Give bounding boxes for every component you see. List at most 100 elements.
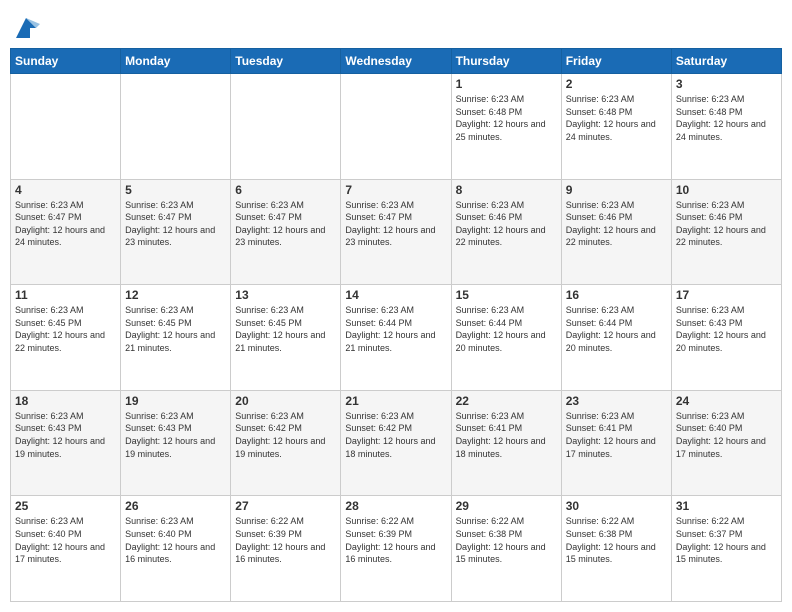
day-info: Sunrise: 6:23 AM Sunset: 6:45 PM Dayligh… [235, 304, 336, 354]
day-info: Sunrise: 6:23 AM Sunset: 6:48 PM Dayligh… [456, 93, 557, 143]
calendar-day-cell: 18 Sunrise: 6:23 AM Sunset: 6:43 PM Dayli… [11, 390, 121, 496]
calendar-day-cell: 2Sunrise: 6:23 AM Sunset: 6:48 PM Daylig… [561, 74, 671, 180]
calendar-day-cell: 31 Sunrise: 6:22 AM Sunset: 6:37 PM Dayli… [671, 496, 781, 602]
calendar-day-cell: 16 Sunrise: 6:23 AM Sunset: 6:44 PM Dayli… [561, 285, 671, 391]
day-number: 21 [345, 394, 446, 408]
day-info: Sunrise: 6:23 AM Sunset: 6:42 PM Dayligh… [345, 410, 446, 460]
day-of-week-header: Thursday [451, 49, 561, 74]
day-number: 9 [566, 183, 667, 197]
day-of-week-header: Wednesday [341, 49, 451, 74]
day-info: Sunrise: 6:23 AM Sunset: 6:40 PM Dayligh… [15, 515, 116, 565]
day-info: Sunrise: 6:23 AM Sunset: 6:43 PM Dayligh… [15, 410, 116, 460]
calendar-day-cell: 21 Sunrise: 6:23 AM Sunset: 6:42 PM Dayli… [341, 390, 451, 496]
day-number: 12 [125, 288, 226, 302]
day-of-week-header: Sunday [11, 49, 121, 74]
day-info: Sunrise: 6:23 AM Sunset: 6:43 PM Dayligh… [676, 304, 777, 354]
calendar-day-cell [341, 74, 451, 180]
day-number: 25 [15, 499, 116, 513]
calendar-day-cell: 23 Sunrise: 6:23 AM Sunset: 6:41 PM Dayli… [561, 390, 671, 496]
day-number: 27 [235, 499, 336, 513]
day-number: 19 [125, 394, 226, 408]
logo [10, 14, 40, 42]
day-info: Sunrise: 6:23 AM Sunset: 6:46 PM Dayligh… [676, 199, 777, 249]
calendar-week-row: 25 Sunrise: 6:23 AM Sunset: 6:40 PM Dayli… [11, 496, 782, 602]
day-number: 7 [345, 183, 446, 197]
calendar-day-cell: 6Sunrise: 6:23 AM Sunset: 6:47 PM Daylig… [231, 179, 341, 285]
day-info: Sunrise: 6:23 AM Sunset: 6:48 PM Dayligh… [676, 93, 777, 143]
calendar-day-cell: 27Sunrise: 6:22 AM Sunset: 6:39 PM Dayli… [231, 496, 341, 602]
day-number: 16 [566, 288, 667, 302]
calendar-day-cell: 20Sunrise: 6:23 AM Sunset: 6:42 PM Dayli… [231, 390, 341, 496]
calendar-day-cell: 1Sunrise: 6:23 AM Sunset: 6:48 PM Daylig… [451, 74, 561, 180]
day-number: 6 [235, 183, 336, 197]
day-info: Sunrise: 6:23 AM Sunset: 6:40 PM Dayligh… [676, 410, 777, 460]
day-number: 29 [456, 499, 557, 513]
day-info: Sunrise: 6:23 AM Sunset: 6:41 PM Dayligh… [566, 410, 667, 460]
day-info: Sunrise: 6:23 AM Sunset: 6:44 PM Dayligh… [456, 304, 557, 354]
calendar-day-cell: 29 Sunrise: 6:22 AM Sunset: 6:38 PM Dayli… [451, 496, 561, 602]
calendar-day-cell: 9 Sunrise: 6:23 AM Sunset: 6:46 PM Daylig… [561, 179, 671, 285]
day-info: Sunrise: 6:23 AM Sunset: 6:42 PM Dayligh… [235, 410, 336, 460]
calendar-day-cell: 3 Sunrise: 6:23 AM Sunset: 6:48 PM Daylig… [671, 74, 781, 180]
calendar-day-cell: 11 Sunrise: 6:23 AM Sunset: 6:45 PM Dayli… [11, 285, 121, 391]
calendar-week-row: 4 Sunrise: 6:23 AM Sunset: 6:47 PM Daylig… [11, 179, 782, 285]
calendar-day-cell: 14 Sunrise: 6:23 AM Sunset: 6:44 PM Dayli… [341, 285, 451, 391]
calendar-day-cell: 22 Sunrise: 6:23 AM Sunset: 6:41 PM Dayli… [451, 390, 561, 496]
day-number: 14 [345, 288, 446, 302]
calendar-day-cell: 30 Sunrise: 6:22 AM Sunset: 6:38 PM Dayli… [561, 496, 671, 602]
day-of-week-header: Friday [561, 49, 671, 74]
day-info: Sunrise: 6:23 AM Sunset: 6:48 PM Dayligh… [566, 93, 667, 143]
day-of-week-header: Tuesday [231, 49, 341, 74]
calendar-day-cell: 10 Sunrise: 6:23 AM Sunset: 6:46 PM Dayli… [671, 179, 781, 285]
day-number: 17 [676, 288, 777, 302]
day-number: 18 [15, 394, 116, 408]
day-number: 10 [676, 183, 777, 197]
day-number: 30 [566, 499, 667, 513]
calendar-day-cell [11, 74, 121, 180]
calendar-day-cell: 13 Sunrise: 6:23 AM Sunset: 6:45 PM Dayli… [231, 285, 341, 391]
day-number: 13 [235, 288, 336, 302]
day-info: Sunrise: 6:23 AM Sunset: 6:41 PM Dayligh… [456, 410, 557, 460]
day-of-week-header: Saturday [671, 49, 781, 74]
day-number: 3 [676, 77, 777, 91]
day-of-week-header: Monday [121, 49, 231, 74]
calendar-day-cell: 28Sunrise: 6:22 AM Sunset: 6:39 PM Dayli… [341, 496, 451, 602]
day-info: Sunrise: 6:23 AM Sunset: 6:44 PM Dayligh… [345, 304, 446, 354]
day-number: 11 [15, 288, 116, 302]
day-number: 15 [456, 288, 557, 302]
day-info: Sunrise: 6:23 AM Sunset: 6:47 PM Dayligh… [15, 199, 116, 249]
calendar-day-cell: 19 Sunrise: 6:23 AM Sunset: 6:43 PM Dayli… [121, 390, 231, 496]
day-info: Sunrise: 6:22 AM Sunset: 6:38 PM Dayligh… [456, 515, 557, 565]
calendar-day-cell: 24 Sunrise: 6:23 AM Sunset: 6:40 PM Dayli… [671, 390, 781, 496]
day-info: Sunrise: 6:23 AM Sunset: 6:46 PM Dayligh… [456, 199, 557, 249]
calendar-day-cell: 25 Sunrise: 6:23 AM Sunset: 6:40 PM Dayli… [11, 496, 121, 602]
day-number: 5 [125, 183, 226, 197]
day-info: Sunrise: 6:22 AM Sunset: 6:37 PM Dayligh… [676, 515, 777, 565]
day-number: 4 [15, 183, 116, 197]
logo-icon [12, 14, 40, 42]
day-number: 22 [456, 394, 557, 408]
day-info: Sunrise: 6:23 AM Sunset: 6:46 PM Dayligh… [566, 199, 667, 249]
day-info: Sunrise: 6:23 AM Sunset: 6:47 PM Dayligh… [125, 199, 226, 249]
calendar-day-cell [121, 74, 231, 180]
day-number: 31 [676, 499, 777, 513]
day-info: Sunrise: 6:23 AM Sunset: 6:40 PM Dayligh… [125, 515, 226, 565]
day-info: Sunrise: 6:23 AM Sunset: 6:45 PM Dayligh… [15, 304, 116, 354]
day-info: Sunrise: 6:23 AM Sunset: 6:44 PM Dayligh… [566, 304, 667, 354]
day-info: Sunrise: 6:23 AM Sunset: 6:43 PM Dayligh… [125, 410, 226, 460]
day-number: 24 [676, 394, 777, 408]
calendar-day-cell: 7Sunrise: 6:23 AM Sunset: 6:47 PM Daylig… [341, 179, 451, 285]
day-number: 26 [125, 499, 226, 513]
calendar-day-cell: 5 Sunrise: 6:23 AM Sunset: 6:47 PM Daylig… [121, 179, 231, 285]
day-info: Sunrise: 6:22 AM Sunset: 6:38 PM Dayligh… [566, 515, 667, 565]
calendar-day-cell: 4 Sunrise: 6:23 AM Sunset: 6:47 PM Daylig… [11, 179, 121, 285]
calendar-day-cell: 12 Sunrise: 6:23 AM Sunset: 6:45 PM Dayli… [121, 285, 231, 391]
calendar-day-cell: 15 Sunrise: 6:23 AM Sunset: 6:44 PM Dayli… [451, 285, 561, 391]
calendar-day-cell: 26 Sunrise: 6:23 AM Sunset: 6:40 PM Dayli… [121, 496, 231, 602]
day-number: 23 [566, 394, 667, 408]
calendar-week-row: 18 Sunrise: 6:23 AM Sunset: 6:43 PM Dayli… [11, 390, 782, 496]
calendar-week-row: 11 Sunrise: 6:23 AM Sunset: 6:45 PM Dayli… [11, 285, 782, 391]
day-info: Sunrise: 6:23 AM Sunset: 6:45 PM Dayligh… [125, 304, 226, 354]
header [10, 10, 782, 42]
calendar-table: SundayMondayTuesdayWednesdayThursdayFrid… [10, 48, 782, 602]
